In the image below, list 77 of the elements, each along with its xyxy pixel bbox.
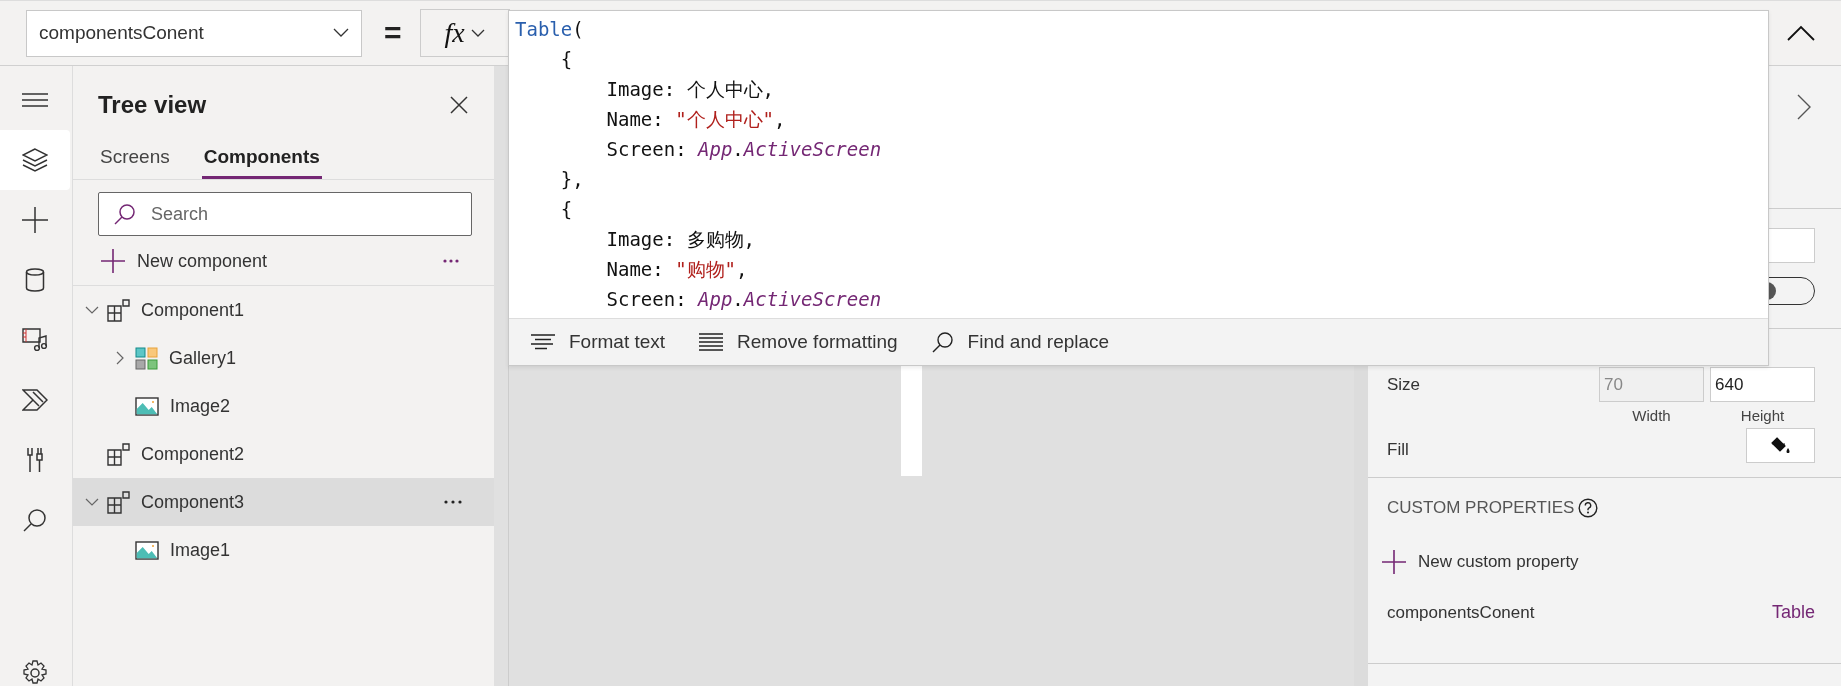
- plus-icon[interactable]: [22, 207, 48, 233]
- component-icon: [107, 298, 130, 322]
- collapse-caret-icon[interactable]: [1787, 25, 1815, 41]
- height-field[interactable]: 640: [1710, 367, 1815, 402]
- code-line: Name: "个人中心",: [605, 107, 786, 132]
- chevron-right-icon[interactable]: [116, 351, 124, 365]
- fill-label: Fill: [1387, 439, 1409, 460]
- search-icon[interactable]: [23, 508, 47, 532]
- chevron-right-icon[interactable]: [1797, 94, 1811, 120]
- search-icon: [931, 331, 954, 353]
- property-name[interactable]: componentsConent: [1387, 602, 1535, 623]
- tab[interactable]: Components: [201, 136, 322, 179]
- code-line: {: [559, 197, 573, 222]
- tree-item[interactable]: Component1: [73, 286, 494, 334]
- fill-button[interactable]: [1746, 428, 1815, 463]
- property-type: Table: [1771, 602, 1815, 623]
- plus-icon: [1382, 550, 1406, 574]
- function-button[interactable]: fx: [419, 9, 510, 57]
- image-icon: [135, 540, 159, 560]
- help-icon[interactable]: [1578, 498, 1599, 518]
- item-label: Component3: [141, 491, 245, 513]
- database-icon[interactable]: [25, 268, 45, 292]
- property-dropdown[interactable]: componentsConent: [26, 9, 362, 57]
- code-line: },: [559, 167, 584, 192]
- chevron-down-icon[interactable]: [85, 498, 99, 506]
- tools-icon[interactable]: [25, 447, 45, 473]
- lines-icon: [699, 333, 724, 351]
- component-icon: [107, 442, 130, 466]
- size-label: Size: [1387, 375, 1421, 396]
- code-line: Image: 多购物,: [605, 227, 756, 252]
- tree-item[interactable]: Image1: [73, 526, 494, 574]
- tab[interactable]: Screens: [98, 136, 172, 179]
- toolbar-button[interactable]: Remove formatting: [699, 331, 898, 353]
- plus-icon: [101, 249, 125, 273]
- code-line: {: [559, 47, 573, 72]
- more-icon[interactable]: [443, 259, 459, 263]
- tree-item[interactable]: Component3: [73, 478, 494, 526]
- image-icon: [135, 396, 159, 416]
- section-heading: CUSTOM PROPERTIES: [1387, 498, 1575, 518]
- height-label: Height: [1740, 407, 1785, 424]
- item-label: Component2: [141, 443, 245, 465]
- item-label: Gallery1: [169, 347, 237, 369]
- new-custom-property-button[interactable]: New custom property: [1382, 550, 1815, 574]
- tree-item[interactable]: Component2: [73, 430, 494, 478]
- more-icon[interactable]: [444, 500, 462, 504]
- tree-item[interactable]: Image2: [73, 382, 494, 430]
- formula-editor-popup[interactable]: Table( { Image: 个人中心, Name: "个人中心", Screen: App.ActiveScreen }, { Image: 多购物, Name: "购物", Screen: App.ActiveScreen Format text Remove formatting Find and replace: [508, 10, 1769, 366]
- code-line: Screen: App.ActiveScreen: [605, 137, 882, 162]
- code-line: Screen: App.ActiveScreen: [605, 287, 882, 312]
- item-label: Image2: [170, 395, 231, 417]
- media-icon[interactable]: [22, 328, 48, 352]
- menu-icon[interactable]: [22, 93, 48, 107]
- item-label: Image1: [170, 539, 231, 561]
- new-component-button[interactable]: New component: [101, 249, 268, 273]
- toolbar-button[interactable]: Format text: [531, 331, 666, 353]
- chevron-down-icon: [470, 28, 485, 38]
- settings-icon[interactable]: [22, 660, 48, 686]
- toolbar-button[interactable]: Find and replace: [931, 331, 1110, 353]
- chevron-down-icon[interactable]: [85, 306, 99, 314]
- chevron-down-icon: [333, 28, 349, 38]
- format-lines-icon: [531, 334, 555, 350]
- search-field[interactable]: Search: [98, 192, 472, 236]
- close-icon[interactable]: [450, 96, 468, 114]
- code-line: Name: "购物",: [605, 257, 748, 282]
- width-label: Width: [1632, 407, 1671, 424]
- code-line: Image: 个人中心,: [605, 77, 775, 102]
- equals-sign: =: [384, 16, 402, 50]
- panel-title: Tree view: [98, 91, 207, 119]
- search-icon: [114, 203, 136, 225]
- flow-icon[interactable]: [22, 389, 48, 411]
- paint-bucket-icon: [1769, 435, 1792, 456]
- layers-icon[interactable]: [22, 148, 48, 172]
- item-label: Component1: [141, 299, 245, 321]
- component-icon: [107, 490, 130, 514]
- gallery-icon: [135, 346, 158, 370]
- code-line: Table(: [515, 17, 584, 42]
- tree-item[interactable]: Gallery1: [73, 334, 494, 382]
